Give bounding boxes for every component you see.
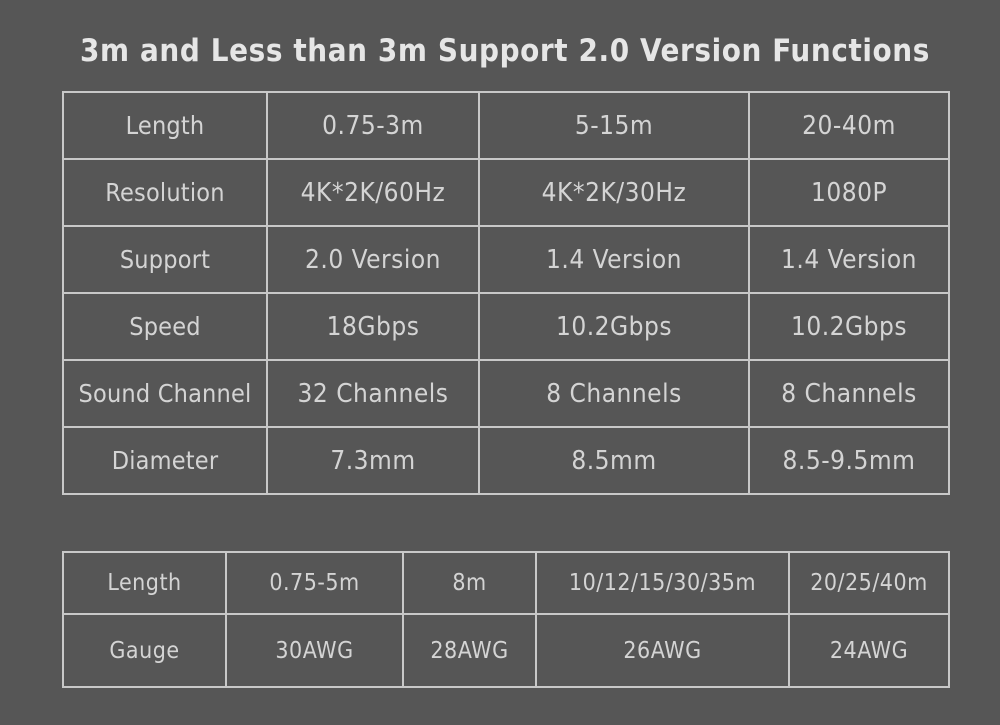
cable-gauge-spec-table: Length 0.75-5m 8m 10/12/15/30/35m 20/25/… xyxy=(62,551,950,688)
cell-gauge-length-col2: 8m xyxy=(402,551,537,615)
cell-length-col3: 20-40m xyxy=(748,91,950,160)
row-label-gauge: Gauge xyxy=(62,613,227,688)
cell-sound-channel-col1: 32 Channels xyxy=(266,359,480,428)
cell-gauge-length-col3: 10/12/15/30/35m xyxy=(535,551,790,615)
table-row: Resolution 4K*2K/60Hz 4K*2K/30Hz 1080P xyxy=(62,158,950,227)
cell-speed-col1: 18Gbps xyxy=(266,292,480,361)
cell-gauge-col3: 26AWG xyxy=(535,613,790,688)
cell-sound-channel-col3: 8 Channels xyxy=(748,359,950,428)
table-row: Speed 18Gbps 10.2Gbps 10.2Gbps xyxy=(62,292,950,361)
cell-sound-channel-col2: 8 Channels xyxy=(478,359,750,428)
cell-length-col2: 5-15m xyxy=(478,91,750,160)
row-label-length: Length xyxy=(62,91,268,160)
cell-gauge-length-col4: 20/25/40m xyxy=(788,551,950,615)
table-row: Support 2.0 Version 1.4 Version 1.4 Vers… xyxy=(62,225,950,294)
table-row: Length 0.75-3m 5-15m 20-40m xyxy=(62,91,950,160)
cell-support-col2: 1.4 Version xyxy=(478,225,750,294)
row-label-length-gauge: Length xyxy=(62,551,227,615)
row-label-resolution: Resolution xyxy=(62,158,268,227)
table-row: Sound Channel 32 Channels 8 Channels 8 C… xyxy=(62,359,950,428)
specification-page: 3m and Less than 3m Support 2.0 Version … xyxy=(0,0,1000,725)
cell-diameter-col2: 8.5mm xyxy=(478,426,750,495)
cell-resolution-col1: 4K*2K/60Hz xyxy=(266,158,480,227)
cell-resolution-col2: 4K*2K/30Hz xyxy=(478,158,750,227)
cell-support-col1: 2.0 Version xyxy=(266,225,480,294)
cell-diameter-col3: 8.5-9.5mm xyxy=(748,426,950,495)
row-label-diameter: Diameter xyxy=(62,426,268,495)
page-title: 3m and Less than 3m Support 2.0 Version … xyxy=(80,33,930,69)
hdmi-version-spec-table: Length 0.75-3m 5-15m 20-40m Resolution 4… xyxy=(62,91,950,495)
table-row: Diameter 7.3mm 8.5mm 8.5-9.5mm xyxy=(62,426,950,495)
row-label-speed: Speed xyxy=(62,292,268,361)
cell-gauge-length-col1: 0.75-5m xyxy=(225,551,404,615)
cell-support-col3: 1.4 Version xyxy=(748,225,950,294)
row-label-sound-channel: Sound Channel xyxy=(62,359,268,428)
cell-gauge-col4: 24AWG xyxy=(788,613,950,688)
row-label-support: Support xyxy=(62,225,268,294)
cell-resolution-col3: 1080P xyxy=(748,158,950,227)
table-row: Length 0.75-5m 8m 10/12/15/30/35m 20/25/… xyxy=(62,551,950,615)
cell-diameter-col1: 7.3mm xyxy=(266,426,480,495)
table-row: Gauge 30AWG 28AWG 26AWG 24AWG xyxy=(62,613,950,688)
cell-speed-col2: 10.2Gbps xyxy=(478,292,750,361)
cell-speed-col3: 10.2Gbps xyxy=(748,292,950,361)
cell-length-col1: 0.75-3m xyxy=(266,91,480,160)
cell-gauge-col1: 30AWG xyxy=(225,613,404,688)
cell-gauge-col2: 28AWG xyxy=(402,613,537,688)
